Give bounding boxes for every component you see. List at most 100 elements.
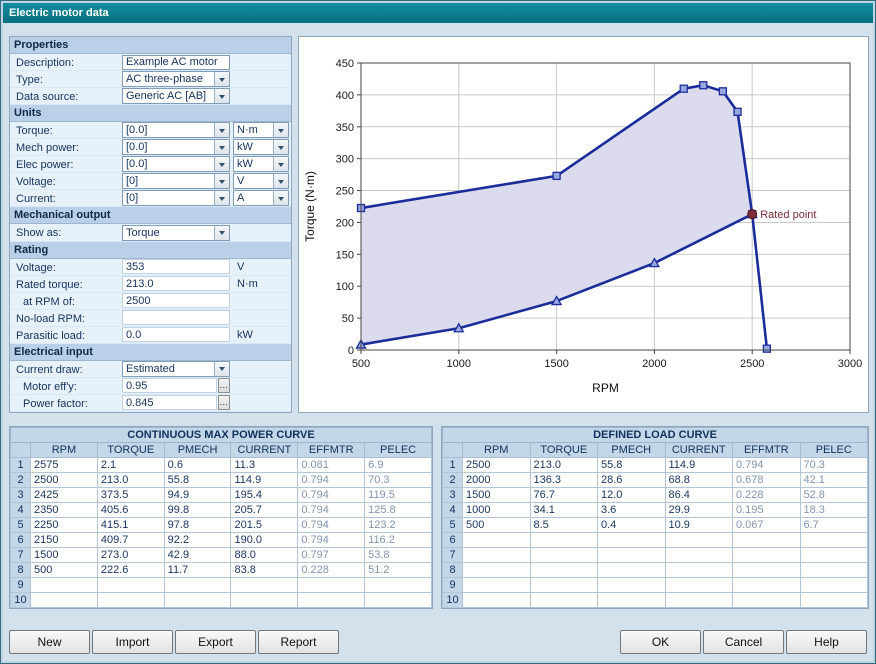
cell-rpm[interactable] bbox=[463, 578, 531, 593]
cell-pmech[interactable] bbox=[598, 548, 666, 563]
cell-pelec[interactable]: 123.2 bbox=[365, 518, 432, 533]
cell-effmtr[interactable]: 0.195 bbox=[733, 503, 801, 518]
cell-torque[interactable]: 34.1 bbox=[530, 503, 598, 518]
cell-current[interactable] bbox=[665, 578, 733, 593]
cell-rpm[interactable]: 2350 bbox=[31, 503, 98, 518]
cell-pmech[interactable]: 3.6 bbox=[598, 503, 666, 518]
cell-pmech[interactable]: 42.9 bbox=[164, 548, 231, 563]
cell-pelec[interactable]: 6.9 bbox=[365, 458, 432, 473]
cell-rpm[interactable]: 2500 bbox=[463, 458, 531, 473]
cell-pelec[interactable] bbox=[800, 593, 868, 608]
cell-effmtr[interactable]: 0.678 bbox=[733, 473, 801, 488]
cell-pelec[interactable] bbox=[800, 578, 868, 593]
report-button[interactable]: Report bbox=[258, 630, 339, 654]
cancel-button[interactable]: Cancel bbox=[703, 630, 784, 654]
cell-torque[interactable]: 8.5 bbox=[530, 518, 598, 533]
power-factor-input[interactable] bbox=[122, 395, 217, 410]
data-source-select[interactable]: Generic AC [AB] bbox=[122, 88, 230, 104]
cell-current[interactable]: 68.8 bbox=[665, 473, 733, 488]
cell-current[interactable]: 86.4 bbox=[665, 488, 733, 503]
cell-pmech[interactable]: 11.7 bbox=[164, 563, 231, 578]
cell-torque[interactable]: 136.3 bbox=[530, 473, 598, 488]
mech-power-format-select[interactable]: [0.0] bbox=[122, 139, 230, 155]
cell-torque[interactable] bbox=[97, 578, 164, 593]
cell-pelec[interactable]: 53.8 bbox=[365, 548, 432, 563]
cell-effmtr[interactable] bbox=[298, 578, 365, 593]
cell-torque[interactable]: 2.1 bbox=[97, 458, 164, 473]
cell-pmech[interactable] bbox=[164, 593, 231, 608]
cell-effmtr[interactable]: 0.797 bbox=[298, 548, 365, 563]
ok-button[interactable]: OK bbox=[620, 630, 701, 654]
cell-pmech[interactable] bbox=[164, 578, 231, 593]
cell-pelec[interactable]: 119.5 bbox=[365, 488, 432, 503]
cell-rpm[interactable]: 2500 bbox=[31, 473, 98, 488]
cell-effmtr[interactable]: 0.794 bbox=[733, 458, 801, 473]
cell-effmtr[interactable] bbox=[733, 533, 801, 548]
cell-pelec[interactable] bbox=[800, 563, 868, 578]
cell-pelec[interactable] bbox=[800, 533, 868, 548]
cell-rpm[interactable]: 2425 bbox=[31, 488, 98, 503]
cell-torque[interactable]: 415.1 bbox=[97, 518, 164, 533]
cell-pelec[interactable] bbox=[365, 578, 432, 593]
cell-rpm[interactable]: 500 bbox=[463, 518, 531, 533]
titlebar[interactable]: Electric motor data bbox=[3, 3, 873, 23]
cell-pmech[interactable]: 99.8 bbox=[164, 503, 231, 518]
torque-unit-select[interactable]: N·m bbox=[233, 122, 289, 138]
current-draw-select[interactable]: Estimated bbox=[122, 361, 230, 377]
cell-current[interactable]: 195.4 bbox=[231, 488, 298, 503]
cell-torque[interactable] bbox=[530, 533, 598, 548]
cell-effmtr[interactable] bbox=[298, 593, 365, 608]
cell-effmtr[interactable] bbox=[733, 593, 801, 608]
import-button[interactable]: Import bbox=[92, 630, 173, 654]
voltage-format-select[interactable]: [0] bbox=[122, 173, 230, 189]
cell-rpm[interactable]: 1000 bbox=[463, 503, 531, 518]
mech-power-unit-select[interactable]: kW bbox=[233, 139, 289, 155]
cell-rpm[interactable] bbox=[463, 548, 531, 563]
current-unit-select[interactable]: A bbox=[233, 190, 289, 206]
cell-pmech[interactable]: 55.8 bbox=[598, 458, 666, 473]
cell-effmtr[interactable]: 0.794 bbox=[298, 533, 365, 548]
cell-pelec[interactable] bbox=[365, 593, 432, 608]
torque-format-select[interactable]: [0.0] bbox=[122, 122, 230, 138]
cell-current[interactable] bbox=[665, 563, 733, 578]
cell-effmtr[interactable]: 0.228 bbox=[298, 563, 365, 578]
cell-pelec[interactable]: 52.8 bbox=[800, 488, 868, 503]
elec-power-format-select[interactable]: [0.0] bbox=[122, 156, 230, 172]
cell-torque[interactable]: 213.0 bbox=[97, 473, 164, 488]
cell-pmech[interactable]: 0.6 bbox=[164, 458, 231, 473]
cell-torque[interactable]: 273.0 bbox=[97, 548, 164, 563]
cell-effmtr[interactable]: 0.228 bbox=[733, 488, 801, 503]
rated-voltage-input[interactable] bbox=[122, 259, 230, 274]
cell-torque[interactable]: 213.0 bbox=[530, 458, 598, 473]
cell-current[interactable]: 11.3 bbox=[231, 458, 298, 473]
cell-effmtr[interactable]: 0.794 bbox=[298, 488, 365, 503]
cell-rpm[interactable] bbox=[463, 593, 531, 608]
cell-rpm[interactable]: 500 bbox=[31, 563, 98, 578]
cell-torque[interactable]: 373.5 bbox=[97, 488, 164, 503]
cell-torque[interactable] bbox=[530, 548, 598, 563]
cell-current[interactable] bbox=[231, 578, 298, 593]
cell-rpm[interactable]: 1500 bbox=[31, 548, 98, 563]
cell-pmech[interactable] bbox=[598, 578, 666, 593]
cell-current[interactable]: 114.9 bbox=[231, 473, 298, 488]
cell-pelec[interactable]: 125.8 bbox=[365, 503, 432, 518]
cell-current[interactable]: 190.0 bbox=[231, 533, 298, 548]
cell-pelec[interactable]: 6.7 bbox=[800, 518, 868, 533]
cell-pmech[interactable]: 0.4 bbox=[598, 518, 666, 533]
cell-rpm[interactable]: 2250 bbox=[31, 518, 98, 533]
voltage-unit-select[interactable]: V bbox=[233, 173, 289, 189]
cell-current[interactable] bbox=[665, 548, 733, 563]
cell-rpm[interactable]: 1500 bbox=[463, 488, 531, 503]
cell-rpm[interactable] bbox=[31, 578, 98, 593]
rated-torque-input[interactable] bbox=[122, 276, 230, 291]
cell-effmtr[interactable]: 0.794 bbox=[298, 503, 365, 518]
show-as-select[interactable]: Torque bbox=[122, 225, 230, 241]
cell-torque[interactable]: 222.6 bbox=[97, 563, 164, 578]
cell-pmech[interactable]: 97.8 bbox=[164, 518, 231, 533]
cell-rpm[interactable] bbox=[463, 533, 531, 548]
cell-current[interactable]: 205.7 bbox=[231, 503, 298, 518]
cell-torque[interactable]: 405.6 bbox=[97, 503, 164, 518]
cell-pmech[interactable]: 28.6 bbox=[598, 473, 666, 488]
cell-current[interactable]: 29.9 bbox=[665, 503, 733, 518]
current-format-select[interactable]: [0] bbox=[122, 190, 230, 206]
